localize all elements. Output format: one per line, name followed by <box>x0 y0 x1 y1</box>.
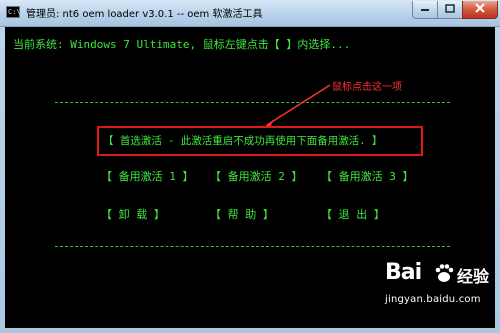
menu-backup-activation-3[interactable]: 【 备用激活 3 】 <box>321 168 414 184</box>
menu-backup-activation-2[interactable]: 【 备用激活 2 】 <box>210 168 303 184</box>
maximize-icon <box>445 3 455 16</box>
maximize-button[interactable] <box>437 1 463 19</box>
close-button[interactable] <box>462 1 498 19</box>
menu-row-actions: 【 卸 载 】 【 帮 助 】 【 退 出 】 <box>5 206 495 222</box>
menu-backup-activation-1[interactable]: 【 备用激活 1 】 <box>101 168 194 184</box>
menu-primary-activation[interactable]: 【 首选激活 - 此激活重启不成功再使用下面备用激活. 】 <box>103 133 382 148</box>
console-window: C:\ 管理员: nt6 oem loader v3.0.1 -- oem 软激… <box>0 0 500 333</box>
watermark-brand: 经验 <box>457 267 490 286</box>
cmd-icon: C:\ <box>6 6 21 18</box>
title-bar[interactable]: C:\ 管理员: nt6 oem loader v3.0.1 -- oem 软激… <box>0 0 500 27</box>
menu-row-backup: 【 备用激活 1 】 【 备用激活 2 】 【 备用激活 3 】 <box>5 168 495 184</box>
minimize-button[interactable] <box>412 1 438 19</box>
baidu-jingyan-watermark: Bai 经验 jingyan.baidu.com <box>385 260 497 322</box>
minimize-icon <box>420 4 430 15</box>
watermark-logo-text: Bai <box>385 260 422 285</box>
close-icon <box>475 3 485 16</box>
menu-exit[interactable]: 【 退 出 】 <box>321 206 385 222</box>
separator-bottom <box>55 246 450 247</box>
paw-icon <box>435 264 454 282</box>
window-title: 管理员: nt6 oem loader v3.0.1 -- oem 软激活工具 <box>26 9 263 20</box>
watermark-url: jingyan.baidu.com <box>385 294 481 305</box>
menu-help[interactable]: 【 帮 助 】 <box>210 206 274 222</box>
menu-uninstall[interactable]: 【 卸 载 】 <box>101 206 165 222</box>
